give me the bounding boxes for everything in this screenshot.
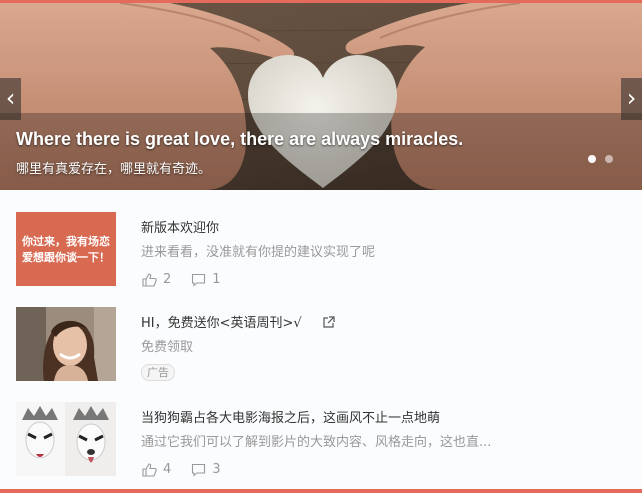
- carousel-dot-2[interactable]: [605, 155, 613, 163]
- thumbnail-text-line-2: 爱想跟你谈一下！: [22, 251, 110, 264]
- dog-movie-poster: [16, 402, 116, 476]
- comment-count: 3: [212, 462, 221, 477]
- thumbs-up-icon[interactable]: [142, 272, 158, 287]
- item-meta: 2 1: [142, 272, 241, 287]
- item-title[interactable]: HI，免费送你<英语周刊>√: [141, 312, 335, 333]
- carousel-next-button[interactable]: ›: [621, 78, 642, 120]
- chevron-left-icon: ‹: [5, 84, 16, 112]
- item-meta: 4 3: [142, 462, 241, 477]
- external-link-icon[interactable]: [322, 316, 335, 333]
- item-description: 免费领取: [141, 340, 194, 355]
- thumbs-up-icon[interactable]: [142, 462, 158, 477]
- item-title-text: HI，免费送你<英语周刊>√: [141, 316, 302, 331]
- comment-count: 1: [212, 272, 221, 287]
- banner-caption-chinese: 哪里有真爱存在，哪里就有奇迹。: [16, 162, 212, 177]
- like-count: 2: [163, 272, 172, 287]
- thumbnail-text-line-1: 你过来，我有场恋: [22, 235, 110, 248]
- item-description: 进来看看，没准就有你提的建议实现了呢: [141, 245, 376, 260]
- item-thumbnail[interactable]: 你过来，我有场恋 爱想跟你谈一下！: [16, 212, 116, 286]
- comment-icon[interactable]: [191, 273, 207, 287]
- item-title[interactable]: 新版本欢迎你: [141, 217, 219, 236]
- carousel-indicators: [588, 155, 613, 163]
- comment-icon[interactable]: [191, 463, 207, 477]
- item-thumbnail[interactable]: [16, 307, 116, 381]
- chevron-right-icon: ›: [626, 84, 637, 112]
- news-feed: 你过来，我有场恋 爱想跟你谈一下！ 新版本欢迎你 进来看看，没准就有你提的建议实…: [0, 190, 642, 489]
- banner-carousel[interactable]: Where there is great love, there are alw…: [0, 3, 642, 190]
- like-count: 4: [163, 462, 172, 477]
- item-title[interactable]: 当狗狗霸占各大电影海报之后，这画风不止一点地萌: [141, 407, 440, 426]
- banner-caption-english: Where there is great love, there are alw…: [16, 129, 464, 149]
- carousel-dot-1[interactable]: [588, 155, 596, 163]
- item-thumbnail[interactable]: [16, 402, 116, 476]
- item-description: 通过它我们可以了解到影片的大致内容、风格走向，这也直...: [141, 435, 492, 450]
- woman-photo: [16, 307, 116, 381]
- ad-badge: 广告: [141, 364, 175, 381]
- bottom-accent-bar: [0, 489, 642, 493]
- carousel-prev-button[interactable]: ‹: [0, 78, 21, 120]
